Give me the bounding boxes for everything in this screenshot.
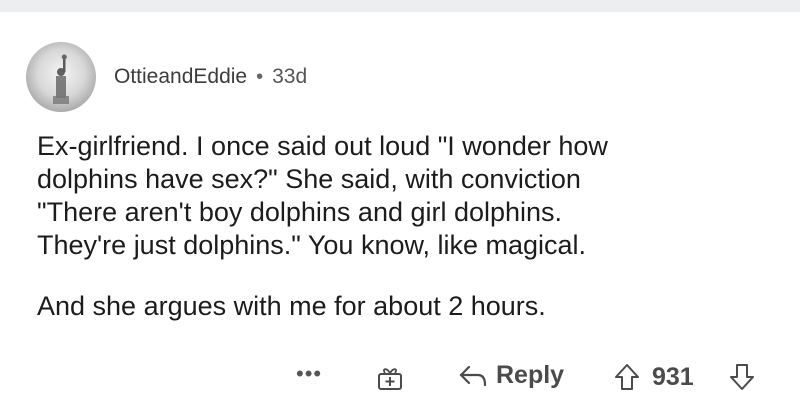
avatar-statue-icon [53,54,69,104]
comment-card: OttieandEddie • 33d Ex-girlfriend. I onc… [0,12,800,414]
comment-paragraph: Ex-girlfriend. I once said out loud "I w… [37,131,608,260]
meta-separator: • [256,65,264,88]
upvote-arrow-icon[interactable] [614,363,640,391]
reply-label: Reply [496,361,565,389]
top-divider-strip [0,0,800,12]
reply-arrow-icon [459,365,487,386]
comment-age: 33d [272,65,308,88]
comment-paragraph: And she argues with me for about 2 hours… [37,291,546,321]
reply-button[interactable]: Reply [458,361,564,390]
username[interactable]: OttieandEddie [114,65,247,89]
vote-score: 931 [652,363,694,391]
downvote-arrow-icon[interactable] [729,363,755,391]
comment-body: Ex-girlfriend. I once said out loud "I w… [37,130,777,323]
comment-header: OttieandEddie • 33d [26,42,307,112]
comment-actions: ••• Reply 931 [0,359,800,395]
award-gift-icon[interactable] [377,365,403,391]
more-options-button[interactable]: ••• [296,361,322,387]
avatar[interactable] [26,42,96,112]
